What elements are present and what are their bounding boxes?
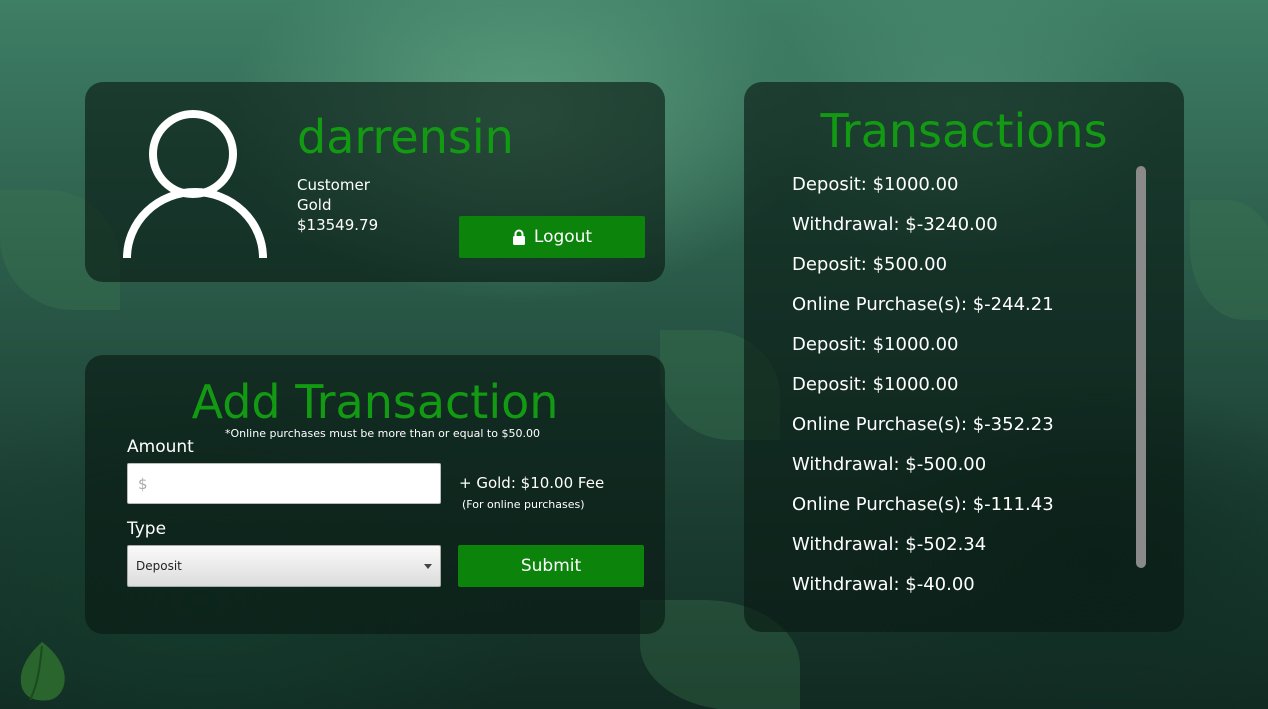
- type-select-value: Deposit: [136, 559, 182, 573]
- transactions-list: Deposit: $1000.00 Withdrawal: $-3240.00 …: [792, 172, 1054, 612]
- online-purchase-note: *Online purchases must be more than or e…: [225, 427, 540, 440]
- transactions-card: Transactions Deposit: $1000.00 Withdrawa…: [744, 82, 1184, 632]
- profile-card: darrensin Customer Gold $13549.79 Logout: [85, 82, 665, 282]
- background-foliage: [1190, 200, 1268, 320]
- username: darrensin: [297, 110, 514, 164]
- transaction-item: Deposit: $1000.00: [792, 174, 959, 195]
- add-transaction-card: Add Transaction *Online purchases must b…: [85, 355, 665, 634]
- chevron-down-icon: [424, 564, 432, 569]
- leaf-icon: [20, 642, 65, 701]
- transaction-item: Withdrawal: $-500.00: [792, 454, 987, 475]
- transaction-item: Deposit: $500.00: [792, 254, 948, 275]
- transaction-item: Deposit: $1000.00: [792, 334, 959, 355]
- type-label: Type: [127, 519, 167, 539]
- logout-button[interactable]: Logout: [459, 216, 645, 258]
- transaction-item: Online Purchase(s): $-244.21: [792, 294, 1054, 315]
- account-role: Customer: [297, 176, 370, 194]
- logout-button-label: Logout: [533, 227, 593, 247]
- scrollbar-thumb[interactable]: [1136, 166, 1146, 568]
- transaction-item: Withdrawal: $-502.34: [792, 534, 987, 555]
- transactions-scrollbar[interactable]: [1136, 166, 1146, 568]
- submit-button[interactable]: Submit: [458, 545, 644, 587]
- type-select[interactable]: Deposit: [127, 545, 441, 587]
- transaction-item: Withdrawal: $-40.00: [792, 574, 975, 595]
- gold-fee-text: + Gold: $10.00 Fee: [459, 474, 605, 492]
- amount-input[interactable]: [127, 463, 441, 504]
- account-balance: $13549.79: [297, 216, 379, 234]
- lock-icon: [512, 229, 525, 245]
- transaction-item: Online Purchase(s): $-352.23: [792, 414, 1054, 435]
- account-tier: Gold: [297, 196, 332, 214]
- user-outline-icon: [123, 110, 267, 259]
- gold-fee-subtext: (For online purchases): [462, 498, 585, 511]
- transaction-item: Withdrawal: $-3240.00: [792, 214, 998, 235]
- transaction-item: Deposit: $1000.00: [792, 374, 959, 395]
- transaction-item: Online Purchase(s): $-111.43: [792, 494, 1054, 515]
- transactions-title: Transactions: [820, 104, 1108, 158]
- add-transaction-title: Add Transaction: [191, 375, 559, 429]
- amount-label: Amount: [127, 437, 194, 457]
